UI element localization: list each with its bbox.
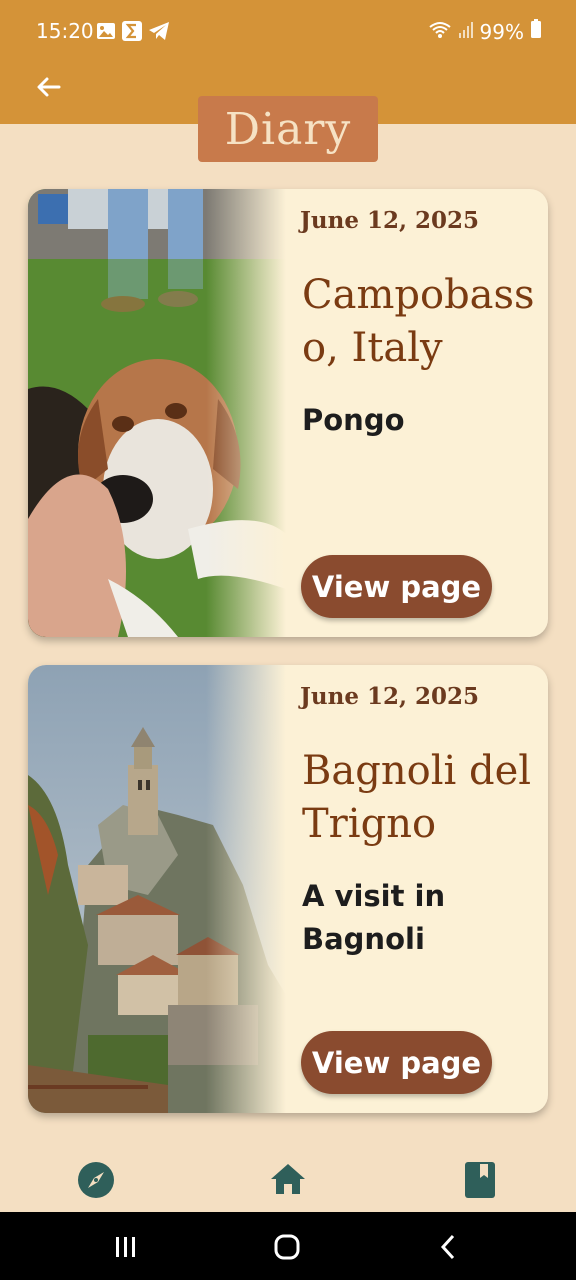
card-place: Campobasso, Italy <box>302 272 535 371</box>
notification-icons <box>96 21 170 45</box>
nav-diary[interactable] <box>460 1160 500 1200</box>
back-button[interactable] <box>30 70 66 106</box>
home-icon <box>271 1164 305 1194</box>
back-chevron-icon[interactable] <box>434 1232 464 1262</box>
card-place: Bagnoli del Trigno <box>302 748 532 847</box>
view-page-button[interactable]: View page <box>301 1031 492 1094</box>
compass-icon <box>78 1162 114 1198</box>
card-date: June 12, 2025 <box>300 683 480 710</box>
dog-photo <box>28 189 286 637</box>
nav-explore[interactable] <box>76 1160 116 1200</box>
card-date: June 12, 2025 <box>300 207 480 234</box>
signal-icon <box>458 20 474 44</box>
image-icon <box>96 21 116 45</box>
status-bar: 15:20 99% <box>0 0 576 64</box>
page-title-box: Diary <box>198 96 378 162</box>
diary-card: June 12, 2025 Campobasso, Italy Pongo Vi… <box>28 189 548 637</box>
telegram-icon <box>148 21 170 45</box>
nav-home[interactable] <box>268 1160 308 1200</box>
home-circle-icon[interactable] <box>272 1232 302 1262</box>
status-time: 15:20 <box>36 19 94 43</box>
bookmark-book-icon <box>465 1162 495 1198</box>
village-photo <box>28 665 286 1113</box>
bottom-nav <box>0 1136 576 1212</box>
page-title: Diary <box>224 103 352 155</box>
view-page-button[interactable]: View page <box>301 555 492 618</box>
wifi-icon <box>428 20 452 44</box>
card-subtitle: A visit in Bagnoli <box>302 879 446 956</box>
system-nav-bar <box>0 1212 576 1280</box>
image-fade <box>206 665 286 1113</box>
diary-card: June 12, 2025 Bagnoli del Trigno A visit… <box>28 665 548 1113</box>
arrow-left-icon <box>37 77 61 97</box>
sigma-icon <box>122 21 142 45</box>
image-fade <box>206 189 286 637</box>
recents-icon[interactable] <box>111 1232 141 1262</box>
battery-text: 99% <box>479 19 524 44</box>
battery-icon <box>530 19 542 44</box>
status-right: 99% <box>428 19 542 44</box>
card-subtitle: Pongo <box>302 403 405 437</box>
